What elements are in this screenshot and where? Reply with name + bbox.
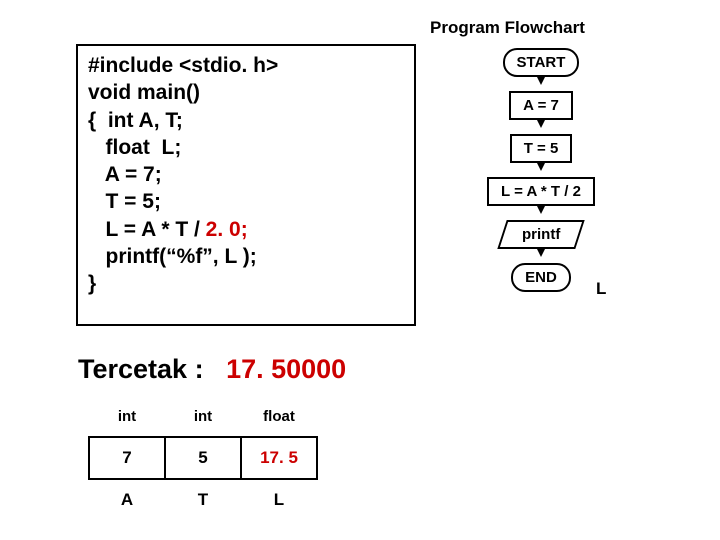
table-footer: T xyxy=(165,479,241,520)
code-line: } xyxy=(88,270,404,297)
code-line: printf(“%f”, L ); xyxy=(88,243,404,270)
code-block: #include <stdio. h> void main() { int A,… xyxy=(76,44,416,326)
code-line: { int A, T; xyxy=(88,107,404,134)
code-line: T = 5; xyxy=(88,188,404,215)
table-cell: 7 xyxy=(89,437,165,479)
table-footer: A xyxy=(89,479,165,520)
flowchart: START A = 7 T = 5 L = A * T / 2 printf E… xyxy=(451,48,631,292)
table-header: int xyxy=(165,396,241,437)
flowchart-start: START xyxy=(503,48,580,77)
code-line: float L; xyxy=(88,134,404,161)
output-value: 17. 50000 xyxy=(226,354,346,384)
table-header: int xyxy=(89,396,165,437)
flowchart-heading: Program Flowchart xyxy=(430,18,585,38)
variable-table: int int float 7 5 17. 5 A T L xyxy=(88,396,318,520)
output-line: Tercetak : 17. 50000 xyxy=(78,354,346,385)
code-line: void main() xyxy=(88,79,404,106)
output-label: Tercetak : xyxy=(78,354,204,384)
code-line: A = 7; xyxy=(88,161,404,188)
table-cell: 17. 5 xyxy=(241,437,317,479)
flowchart-step: A = 7 xyxy=(509,91,573,120)
code-line: L = A * T / 2. 0; xyxy=(88,216,404,243)
flowchart-io-arg: L xyxy=(596,279,606,299)
table-header: float xyxy=(241,396,317,437)
flowchart-step: T = 5 xyxy=(510,134,573,163)
table-cell: 5 xyxy=(165,437,241,479)
code-line: #include <stdio. h> xyxy=(88,52,404,79)
flowchart-step: L = A * T / 2 xyxy=(487,177,595,206)
flowchart-io: printf xyxy=(497,220,585,249)
flowchart-end: END xyxy=(511,263,571,292)
table-footer: L xyxy=(241,479,317,520)
